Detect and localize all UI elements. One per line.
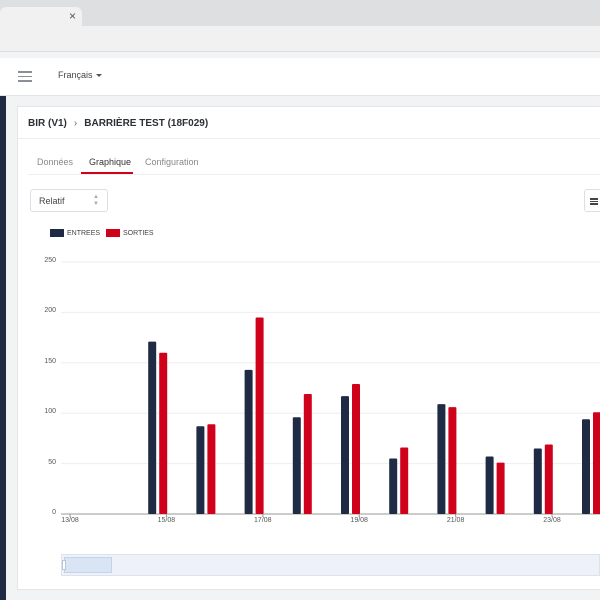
zoom-handle[interactable] (62, 560, 66, 570)
bar-entrees-1[interactable] (148, 341, 157, 514)
bar-sorties-3[interactable] (255, 317, 264, 514)
bar-sorties-7[interactable] (448, 407, 457, 514)
bar-chart (61, 261, 600, 517)
bar-sorties-8[interactable] (496, 462, 505, 514)
bar-entrees-10[interactable] (582, 419, 590, 514)
bar-sorties-2[interactable] (207, 424, 216, 514)
bar-entrees-6[interactable] (389, 458, 398, 514)
bar-sorties-5[interactable] (352, 383, 360, 514)
bar-entrees-2[interactable] (196, 426, 205, 514)
bar-entrees-7[interactable] (437, 404, 446, 514)
bar-sorties-1[interactable] (159, 352, 168, 514)
bar-entrees-4[interactable] (292, 417, 301, 514)
zoom-selection[interactable] (64, 557, 112, 573)
bar-sorties-9[interactable] (544, 444, 553, 514)
bar-sorties-10[interactable] (593, 412, 600, 514)
bar-sorties-6[interactable] (400, 447, 409, 514)
bar-sorties-4[interactable] (303, 394, 312, 514)
bar-entrees-5[interactable] (341, 396, 349, 514)
zoom-slider[interactable] (61, 554, 600, 576)
bar-entrees-9[interactable] (533, 448, 542, 514)
bar-entrees-8[interactable] (485, 456, 494, 514)
bar-entrees-3[interactable] (244, 369, 253, 514)
